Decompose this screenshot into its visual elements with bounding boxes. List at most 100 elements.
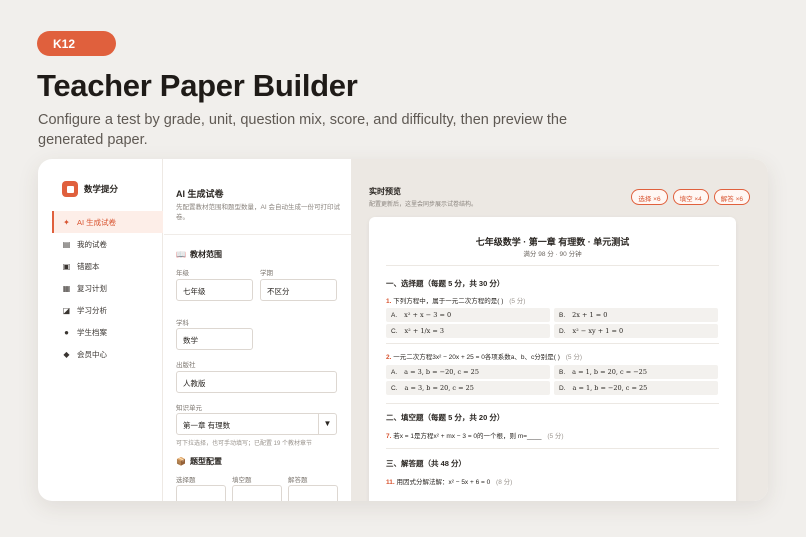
question-number: 7. bbox=[386, 433, 392, 440]
question-text: 用因式分解法解：x² − 5x + 6 = 0 bbox=[396, 479, 491, 486]
question-number: 11. bbox=[386, 479, 395, 486]
option: A. a = 3, b = −20, c = 25 bbox=[386, 365, 550, 379]
sidebar-item-label: 复习计划 bbox=[77, 283, 107, 293]
option: B. a = 1, b = 20, c = −25 bbox=[554, 365, 718, 379]
term-field[interactable]: 不区分 bbox=[260, 279, 337, 301]
option-text: a = 1, b = 20, c = −25 bbox=[572, 368, 647, 376]
sidebar-item-review-plan[interactable]: ▦ 复习计划 bbox=[52, 277, 163, 299]
sidebar-item-mistakes[interactable]: ▣ 错题本 bbox=[52, 255, 163, 277]
question-text: 若x = 1是方程x² + mx − 3 = 0的一个根，则 m=____ bbox=[393, 433, 542, 440]
publisher-label: 出版社 bbox=[176, 362, 196, 369]
option-key: A. bbox=[391, 369, 398, 376]
question-points: (8 分) bbox=[496, 479, 513, 486]
unit-select-value: 第一章 有理数 bbox=[183, 421, 231, 430]
grade-field[interactable]: 七年级 bbox=[176, 279, 253, 301]
question-points: (5 分) bbox=[547, 433, 564, 440]
option-text: a = 3, b = 20, c = 25 bbox=[404, 384, 474, 392]
question-item: 11. 用因式分解法解：x² − 5x + 6 = 0 (8 分) bbox=[386, 476, 512, 486]
option-key: D. bbox=[559, 385, 566, 392]
subject-field[interactable]: 数学 bbox=[176, 328, 253, 350]
answer-count-chip: 解答 ×6 bbox=[713, 189, 750, 205]
question-item: 2. 一元二次方程3x² − 20x + 25 = 0各项系数a、b、c分别是(… bbox=[386, 351, 582, 361]
question-points: (5 分) bbox=[509, 298, 526, 305]
calendar-icon: ▦ bbox=[62, 283, 71, 293]
option-text: 2x + 1 = 0 bbox=[572, 311, 608, 319]
sidebar-item-label: 会员中心 bbox=[77, 349, 107, 359]
form-title: AI 生成试卷 bbox=[176, 189, 224, 199]
divider bbox=[386, 343, 719, 344]
answer-count-field[interactable] bbox=[288, 485, 338, 501]
sidebar-item-label: 学习分析 bbox=[77, 305, 107, 315]
sidebar-item-label: 学生档案 bbox=[77, 327, 107, 337]
preview-description: 配置更新后，这里会同步展示试卷结构。 bbox=[369, 202, 478, 208]
book-icon: ▣ bbox=[62, 261, 71, 271]
sidebar-item-membership[interactable]: ◆ 会员中心 bbox=[52, 343, 163, 365]
section-heading: 二、填空题（每题 5 分，共 20 分） bbox=[386, 413, 505, 422]
option-key: B. bbox=[559, 312, 566, 319]
option: C. x² + 1/x = 3 bbox=[386, 324, 550, 338]
sidebar-item-label: AI 生成试卷 bbox=[77, 217, 117, 227]
term-label: 学期 bbox=[260, 270, 273, 277]
option-text: a = 3, b = −20, c = 25 bbox=[404, 368, 479, 376]
question-number: 1. bbox=[386, 298, 392, 305]
unit-hint: 可下拉选择，也可手动填写；已配置 19 个教材章节 bbox=[176, 441, 313, 447]
question-item: 7. 若x = 1是方程x² + mx − 3 = 0的一个根，则 m=____… bbox=[386, 430, 564, 440]
sparkle-icon: ✦ bbox=[63, 217, 70, 227]
fill-count-chip: 填空 ×4 bbox=[672, 189, 709, 205]
fill-type-label: 填空题 bbox=[232, 477, 252, 484]
chevron-down-icon[interactable]: ▼ bbox=[318, 414, 336, 434]
form-description: 先配置教材范围和题型数量，AI 会自动生成一份可打印试卷。 bbox=[176, 204, 340, 221]
option: D. a = 1, b = −20, c = 25 bbox=[554, 381, 718, 395]
option-text: a = 1, b = −20, c = 25 bbox=[572, 384, 648, 392]
option-key: C. bbox=[391, 385, 398, 392]
app-window: 数学提分 ✦ AI 生成试卷 ▤ 我的试卷 ▣ 错题本 ▦ 复习计划 ◪ 学习分… bbox=[38, 159, 768, 501]
fill-count-field[interactable] bbox=[232, 485, 282, 501]
option: A. x² + x − 3 = 0 bbox=[386, 308, 550, 322]
paper-preview: 七年级数学 · 第一章 有理数 · 单元测试 满分 98 分 · 90 分钟 一… bbox=[369, 217, 736, 501]
answer-type-label: 解答题 bbox=[288, 477, 308, 484]
book-icon: 📖 bbox=[176, 250, 186, 259]
publisher-field[interactable]: 人教版 bbox=[176, 371, 337, 393]
page-subtitle: Configure a test by grade, unit, questio… bbox=[38, 112, 568, 148]
question-item: 1. 下列方程中，属于一元二次方程的是( ) (5 分) bbox=[386, 295, 525, 305]
sidebar-item-students[interactable]: ● 学生档案 bbox=[52, 321, 163, 343]
brand[interactable]: 数学提分 bbox=[62, 181, 118, 197]
grade-label: 年级 bbox=[176, 270, 189, 277]
sidebar-item-analysis[interactable]: ◪ 学习分析 bbox=[52, 299, 163, 321]
divider bbox=[386, 265, 719, 266]
scope-section-heading: 📖 教材范围 bbox=[176, 249, 222, 260]
unit-label: 知识单元 bbox=[176, 405, 202, 412]
package-icon: 📦 bbox=[176, 457, 186, 466]
sidebar-item-ai-generate[interactable]: ✦ AI 生成试卷 bbox=[52, 211, 163, 233]
preview-title: 实时预览 bbox=[369, 187, 401, 196]
document-icon: ▤ bbox=[62, 239, 71, 249]
option-text: x² + 1/x = 3 bbox=[404, 327, 445, 335]
choice-type-label: 选择题 bbox=[176, 477, 196, 484]
user-icon: ● bbox=[64, 327, 69, 337]
sidebar-item-label: 错题本 bbox=[77, 261, 100, 271]
types-section-heading: 📦 题型配置 bbox=[176, 456, 222, 467]
option: B. 2x + 1 = 0 bbox=[554, 308, 718, 322]
brand-logo-icon bbox=[62, 181, 78, 197]
types-section-label: 题型配置 bbox=[189, 457, 222, 466]
divider bbox=[386, 448, 719, 449]
paper-meta: 满分 98 分 · 90 分钟 bbox=[523, 251, 582, 258]
question-number: 2. bbox=[386, 354, 392, 361]
option: C. a = 3, b = 20, c = 25 bbox=[386, 381, 550, 395]
section-heading: 一、选择题（每题 5 分，共 30 分） bbox=[386, 279, 505, 288]
option-key: D. bbox=[559, 328, 566, 335]
unit-select[interactable]: 第一章 有理数 ▼ bbox=[176, 413, 337, 435]
sidebar-item-my-papers[interactable]: ▤ 我的试卷 bbox=[52, 233, 163, 255]
question-count-chips: 选择 ×6 填空 ×4 解答 ×6 bbox=[631, 189, 750, 205]
choice-count-chip: 选择 ×6 bbox=[631, 189, 668, 205]
sidebar: 数学提分 ✦ AI 生成试卷 ▤ 我的试卷 ▣ 错题本 ▦ 复习计划 ◪ 学习分… bbox=[38, 159, 163, 501]
sidebar-nav: ✦ AI 生成试卷 ▤ 我的试卷 ▣ 错题本 ▦ 复习计划 ◪ 学习分析 ● 学… bbox=[52, 211, 163, 365]
divider bbox=[164, 234, 351, 235]
chart-icon: ◪ bbox=[62, 305, 71, 315]
brand-name: 数学提分 bbox=[84, 184, 119, 194]
choice-count-field[interactable] bbox=[176, 485, 226, 501]
page-title: Teacher Paper Builder bbox=[37, 68, 358, 103]
option-text: x² + x − 3 = 0 bbox=[404, 311, 452, 319]
question-points: (5 分) bbox=[565, 354, 582, 361]
divider bbox=[386, 403, 719, 404]
